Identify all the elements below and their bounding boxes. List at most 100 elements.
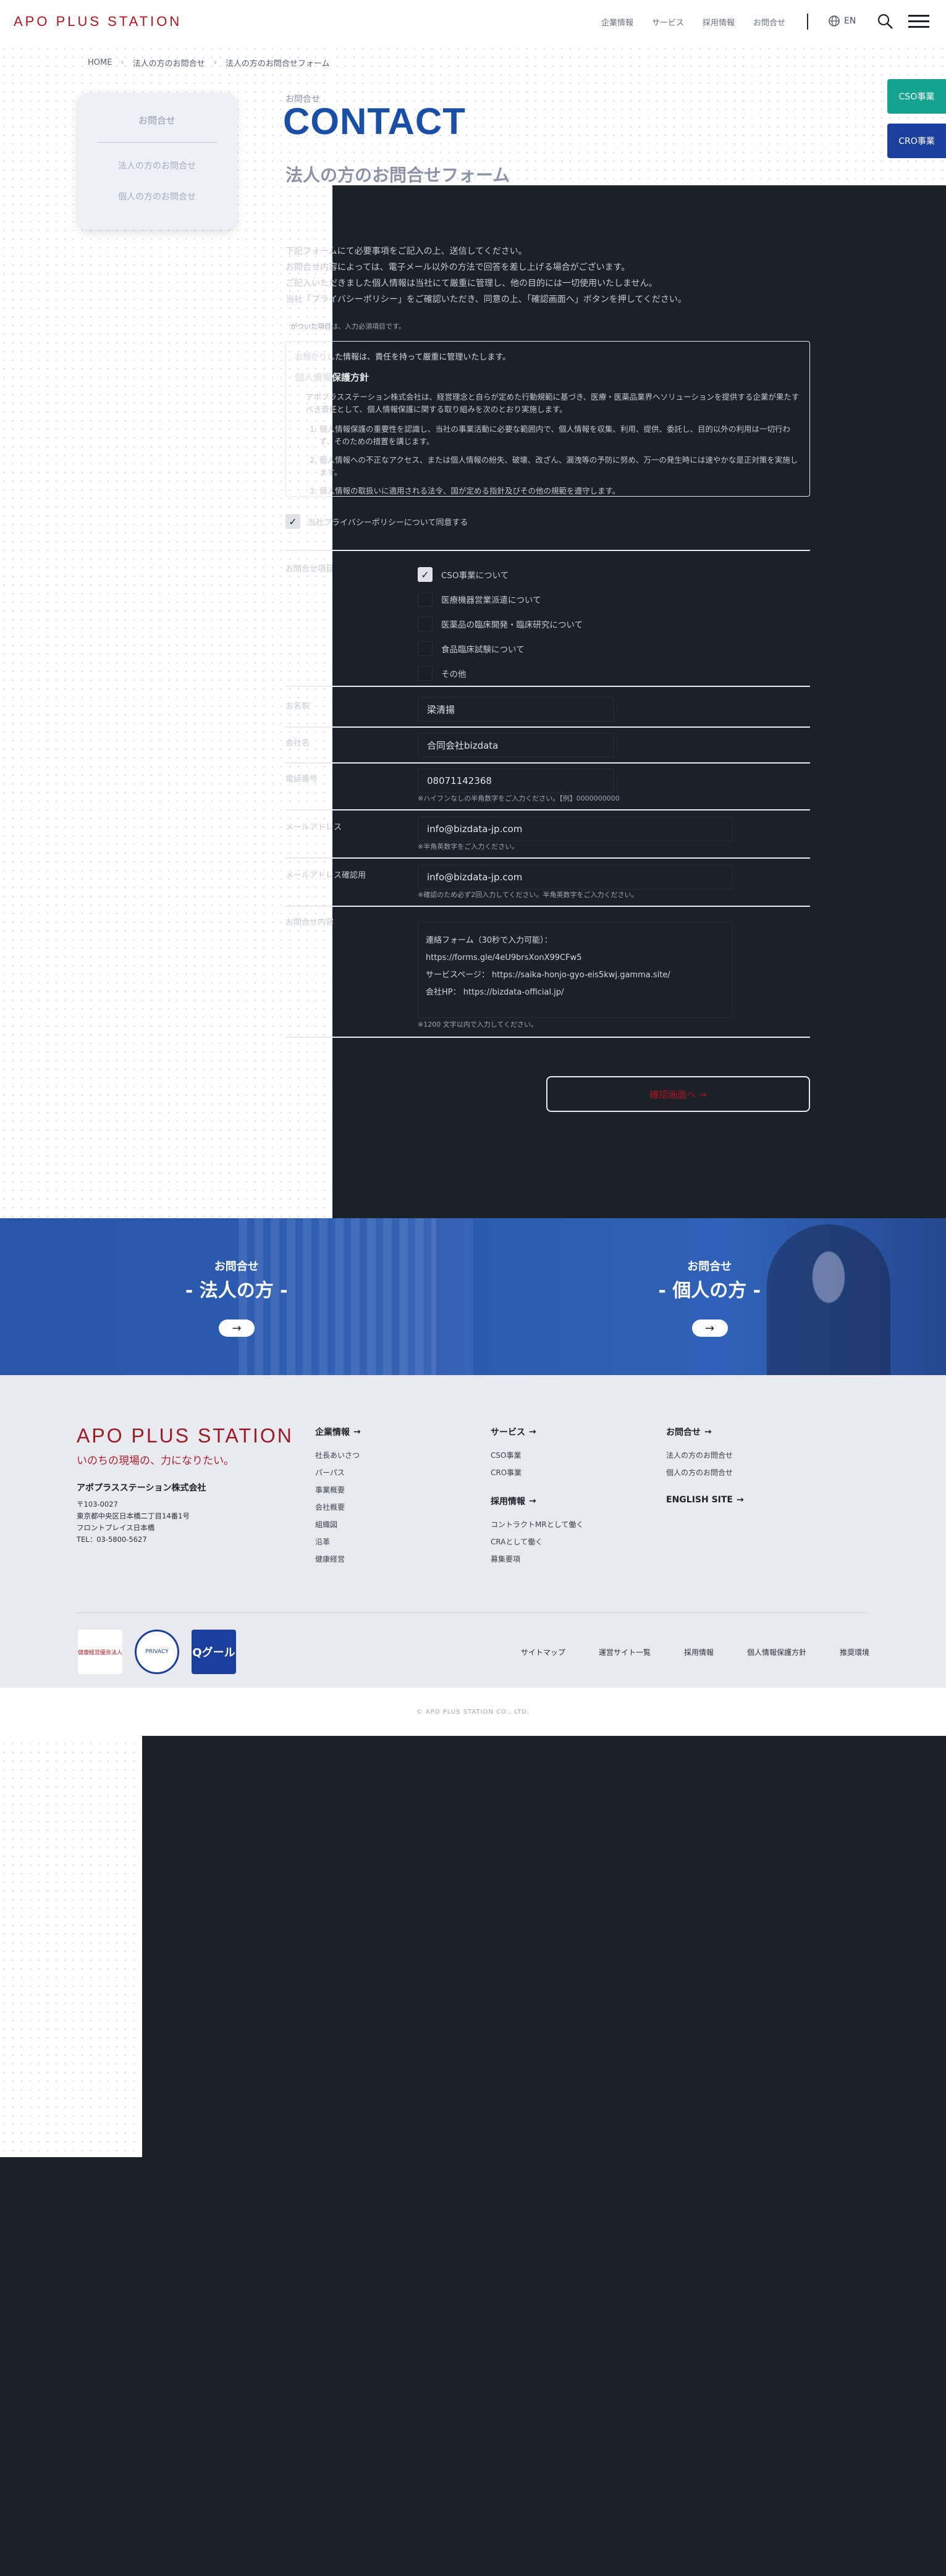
footer-bottom-link[interactable]: 推奨環境 <box>840 1647 869 1657</box>
health-management-badge: 健康経営優良法人 <box>78 1630 122 1674</box>
footer-heading[interactable]: 採用情報 → <box>491 1495 583 1507</box>
footer-heading[interactable]: 企業情報 → <box>315 1426 361 1438</box>
site-logo[interactable]: APO PLUS STATION <box>14 14 182 30</box>
banner-big-text: - 個人の方 - <box>658 1280 761 1302</box>
phone-input[interactable]: 08071142368 <box>418 768 614 793</box>
corporate-contact-banner[interactable]: お問合せ - 法人の方 - → <box>0 1218 473 1375</box>
footer-col-service: サービス → CSO事業 CRO事業 採用情報 → コントラクトMRとして働く CR… <box>491 1426 583 1568</box>
category-option-food-trial[interactable]: 食品臨床試験について <box>418 636 583 661</box>
email-label: メールアドレス <box>285 823 342 832</box>
breadcrumb-separator: › <box>120 58 124 67</box>
breadcrumb-corporate-contact[interactable]: 法人の方のお問合せ <box>133 57 205 69</box>
footer-heading-label: サービス <box>491 1428 525 1437</box>
footer-logo[interactable]: APO PLUS STATION <box>77 1425 294 1447</box>
cso-tab-button[interactable]: CSO事業 <box>887 79 946 114</box>
cro-tab-button[interactable]: CRO事業 <box>887 124 946 158</box>
copyright: © APO PLUS STATION CO., LTD. <box>0 1688 946 1736</box>
side-nav-item-corporate[interactable]: 法人の方のお問合せ <box>78 159 236 172</box>
email-input[interactable]: info@bizdata-jp.com <box>418 817 733 841</box>
category-checkbox[interactable] <box>418 592 433 607</box>
agree-label: 当社プライバシーポリシーについて同意する <box>308 518 468 528</box>
name-label: お名前 <box>285 702 310 711</box>
footer-col-corporate: 企業情報 → 社長あいさつ パーパス 事業概要 会社概要 組織図 沿革 健康経営 <box>315 1426 361 1568</box>
language-switch[interactable]: EN <box>828 15 856 27</box>
message-line: 連絡フォーム（30秒で入力可能）： <box>426 936 552 945</box>
required-note: がついた項目は、入力必須項目です。 <box>290 322 405 330</box>
nav-item-corporate[interactable]: 企業情報 <box>601 16 633 28</box>
search-button[interactable] <box>876 12 895 31</box>
footer-heading-label: ENGLISH SITE <box>666 1495 733 1505</box>
category-checkbox[interactable] <box>418 641 433 656</box>
category-option-medical-device[interactable]: 医療機器営業派遣について <box>418 587 583 612</box>
hamburger-menu-icon[interactable] <box>908 15 929 28</box>
english-site-link[interactable]: ENGLISH SITE → <box>666 1495 744 1505</box>
footer-heading[interactable]: お問合せ → <box>666 1426 744 1438</box>
arrow-right-icon[interactable]: → <box>219 1320 255 1337</box>
intro-line: 下記フォームにて必要事項をご記入の上、送信してください。 <box>285 246 527 256</box>
message-line: 会社HP： https://bizdata-official.jp/ <box>426 988 564 997</box>
category-option-label: 食品臨床試験について <box>441 645 525 655</box>
dark-background-bottom <box>142 1736 946 2576</box>
category-checkbox[interactable] <box>418 666 433 681</box>
footer-link[interactable]: CRAとして働く <box>491 1533 583 1551</box>
nav-item-service[interactable]: サービス <box>652 16 684 28</box>
intro-line: お問合せ内容によっては、電子メール以外の方法で回答を差し上げる場合がございます。 <box>285 263 630 272</box>
header-divider <box>807 14 808 30</box>
privacy-mark-badge: PRIVACY <box>135 1630 179 1674</box>
banner-big-text: - 法人の方 - <box>185 1280 288 1302</box>
agree-checkbox[interactable]: ✓ <box>285 514 300 529</box>
message-textarea[interactable]: 連絡フォーム（30秒で入力可能）： https://forms.gle/4eU9… <box>418 922 733 1018</box>
intro-text: 下記フォームにて必要事項をご記入の上、送信してください。 お問合せ内容によっては… <box>285 243 817 308</box>
category-option-clinical[interactable]: 医薬品の臨床開発・臨床研究について <box>418 612 583 636</box>
privacy-agree-row[interactable]: ✓ 当社プライバシーポリシーについて同意する <box>285 514 468 529</box>
name-input[interactable]: 梁清揚 <box>418 697 614 722</box>
q-group-badge: Qグール <box>192 1630 236 1674</box>
category-checkbox[interactable]: ✓ <box>418 567 433 582</box>
category-option-cso[interactable]: ✓ CSO事業について <box>418 562 583 587</box>
footer-link[interactable]: パーパス <box>315 1464 361 1481</box>
company-input[interactable]: 合同会社bizdata <box>418 733 614 757</box>
arrow-right-icon: → <box>736 1495 744 1505</box>
nav-item-contact[interactable]: お問合せ <box>753 16 785 28</box>
footer-link[interactable]: CSO事業 <box>491 1447 583 1464</box>
footer-link[interactable]: 募集要項 <box>491 1551 583 1568</box>
footer-bottom-link[interactable]: 個人情報保護方針 <box>747 1647 806 1657</box>
email-confirm-hint: ※確認のため必ず2回入力してください。半角英数字をご入力ください。 <box>418 891 638 899</box>
footer-link[interactable]: 沿革 <box>315 1533 361 1551</box>
footer-link[interactable]: 個人の方のお問合せ <box>666 1464 744 1481</box>
intro-line: 当社「プライバシーポリシー」をご確認いただき、同意の上、「確認画面へ」ボタンを押… <box>285 295 686 305</box>
arrow-right-icon[interactable]: → <box>691 1320 728 1337</box>
email-confirm-input[interactable]: info@bizdata-jp.com <box>418 865 733 890</box>
footer-link[interactable]: 健康経営 <box>315 1551 361 1568</box>
side-nav-item-individual[interactable]: 個人の方のお問合せ <box>78 190 236 203</box>
form-divider <box>285 762 810 764</box>
footer-link[interactable]: CRO事業 <box>491 1464 583 1481</box>
intro-line: ご記入いただきました個人情報は当社にて厳重に管理し、他の目的には一切使用いたしま… <box>285 279 657 288</box>
category-checkbox[interactable] <box>418 617 433 631</box>
category-option-other[interactable]: その他 <box>418 661 583 686</box>
breadcrumb: HOME › 法人の方のお問合せ › 法人の方のお問合せフォーム <box>88 57 330 69</box>
breadcrumb-home[interactable]: HOME <box>88 58 112 67</box>
email-hint: ※半角英数字をご入力ください。 <box>418 843 519 851</box>
footer-link[interactable]: 法人の方のお問合せ <box>666 1447 744 1464</box>
arrow-right-icon: → <box>529 1496 536 1506</box>
address-line: 〒103-0027 <box>77 1500 118 1509</box>
footer-bottom-links: サイトマップ 運営サイト一覧 採用情報 個人情報保護方針 推奨環境 <box>521 1647 869 1657</box>
footer-heading[interactable]: サービス → <box>491 1426 583 1438</box>
footer-link[interactable]: 組織図 <box>315 1516 361 1533</box>
individual-contact-banner[interactable]: お問合せ - 個人の方 - → <box>473 1218 946 1375</box>
footer-link[interactable]: 会社概要 <box>315 1499 361 1516</box>
footer-link[interactable]: 事業概要 <box>315 1481 361 1499</box>
banner-small-text: お問合せ <box>214 1260 259 1273</box>
email-confirm-label: メールアドレス確認用 <box>285 871 366 880</box>
confirm-button[interactable]: 確認画面へ → <box>546 1076 810 1112</box>
privacy-list: 個人情報保護の重要性を認識し、当社の事業活動に必要な範囲内で、個人情報を収集、利… <box>295 423 801 496</box>
footer-link[interactable]: 社長あいさつ <box>315 1447 361 1464</box>
footer-bottom-link[interactable]: 運営サイト一覧 <box>599 1647 651 1657</box>
privacy-policy-box[interactable]: お預かりした情報は、責任を持って厳重に管理いたします。 個人情報保護方針 アポプ… <box>285 341 810 497</box>
footer-link[interactable]: コントラクトMRとして働く <box>491 1516 583 1533</box>
address-line: 東京都中央区日本橋二丁目14番1号 <box>77 1512 190 1520</box>
footer-bottom-link[interactable]: サイトマップ <box>521 1647 565 1657</box>
nav-item-recruit[interactable]: 採用情報 <box>703 16 735 28</box>
footer-bottom-link[interactable]: 採用情報 <box>684 1647 714 1657</box>
